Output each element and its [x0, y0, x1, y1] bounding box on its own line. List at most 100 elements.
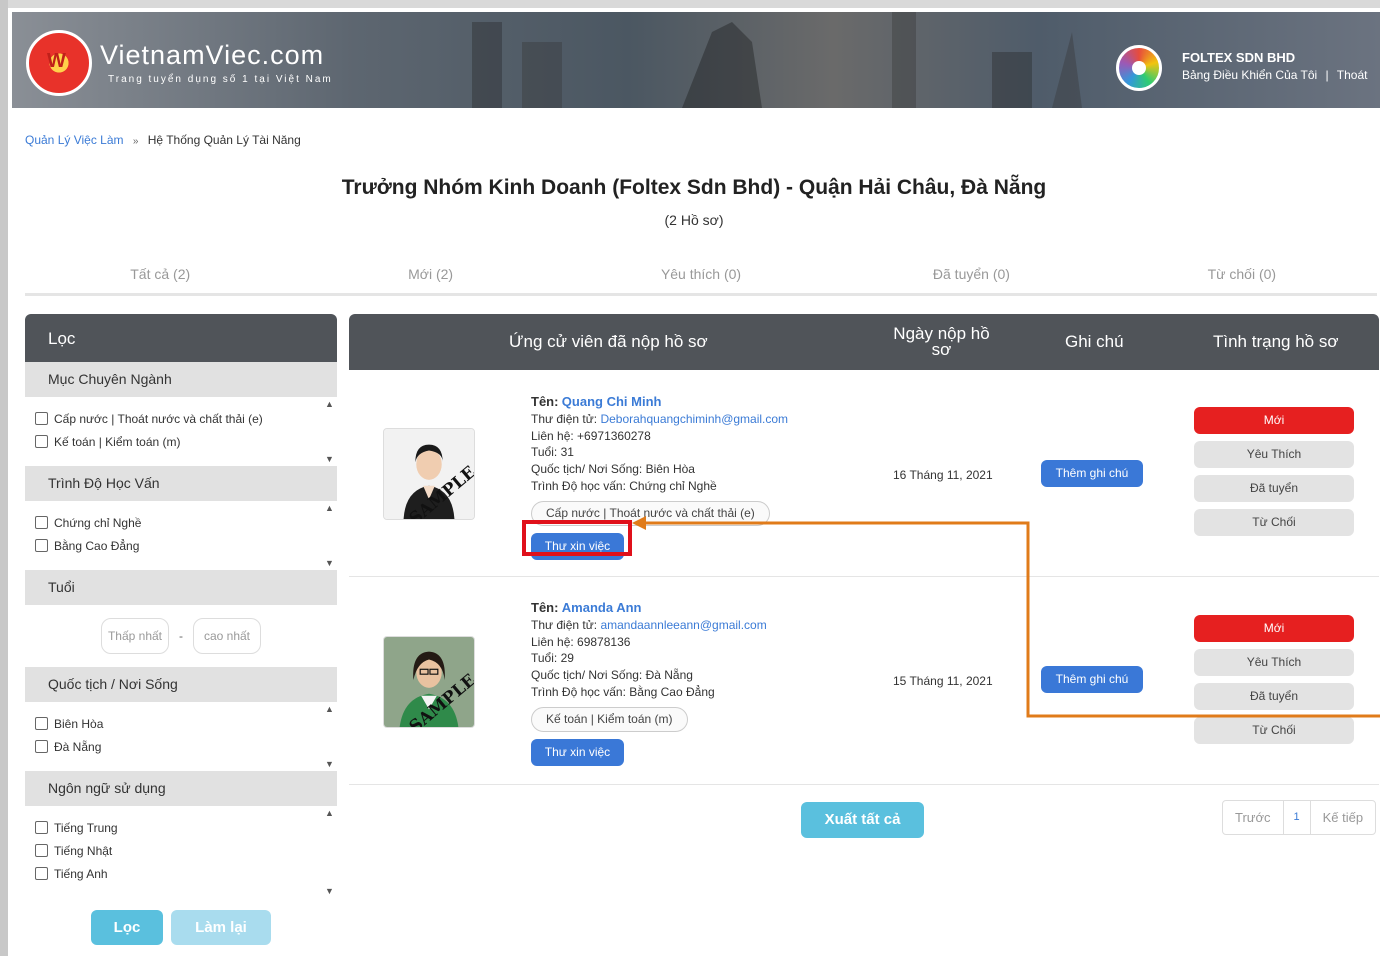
- status-hired-button[interactable]: Đã tuyển: [1194, 683, 1354, 710]
- header-candidate: Ứng cử viên đã nộp hồ sơ: [509, 332, 708, 351]
- checkbox-box[interactable]: [35, 435, 48, 448]
- scroll-down-icon[interactable]: ▼: [325, 759, 334, 769]
- checkbox-location-bienhoa[interactable]: Biên Hòa: [35, 712, 327, 735]
- scroll-up-icon[interactable]: ▲: [325, 808, 334, 818]
- checkbox-language-chinese[interactable]: Tiếng Trung: [35, 816, 327, 839]
- candidate-education: Trình Độ học vấn: Chứng chỉ Nghề: [531, 478, 717, 493]
- status-new-button[interactable]: Mới: [1194, 615, 1354, 642]
- site-header: W VietnamViec.com Trang tuyển dụng số 1 …: [12, 12, 1380, 108]
- scrollbar[interactable]: ▲ ▼: [325, 399, 335, 464]
- scroll-down-icon[interactable]: ▼: [325, 886, 334, 896]
- applicant-count: (2 Hồ sơ): [664, 212, 724, 228]
- checkbox-label: Đà Nẵng: [54, 739, 102, 754]
- candidate-photo[interactable]: SAMPLE: [383, 428, 475, 520]
- checkbox-box[interactable]: [35, 516, 48, 529]
- checkbox-box[interactable]: [35, 539, 48, 552]
- checkbox-location-danang[interactable]: Đà Nẵng: [35, 735, 327, 758]
- scroll-down-icon[interactable]: ▼: [325, 454, 334, 464]
- checkbox-industry-accounting[interactable]: Kế toán | Kiểm toán (m): [35, 430, 327, 453]
- tab-rejected[interactable]: Từ chối (0): [1107, 266, 1377, 293]
- candidate-email-link[interactable]: amandaannleeann@gmail.com: [600, 618, 766, 632]
- pagination-current-page[interactable]: 1: [1282, 801, 1311, 834]
- tab-all[interactable]: Tất cả (2): [25, 266, 295, 293]
- dashboard-link[interactable]: Bảng Điều Khiển Của Tôi: [1182, 68, 1317, 82]
- age-min-input[interactable]: Thấp nhất: [101, 618, 169, 654]
- scrollbar[interactable]: ▲ ▼: [325, 704, 335, 769]
- candidate-location: Quốc tịch/ Nơi Sống: Đà Nẵng: [531, 668, 693, 683]
- status-favorite-button[interactable]: Yêu Thích: [1194, 649, 1354, 676]
- pagination-next[interactable]: Kế tiếp: [1311, 801, 1375, 834]
- filter-panel: Lọc Mục Chuyên Ngành Cấp nước | Thoát nư…: [25, 314, 337, 956]
- tab-new[interactable]: Mới (2): [295, 266, 565, 293]
- candidate-info: Tên: Amanda Ann Thư điện tử: amandaannle…: [531, 600, 767, 766]
- scroll-up-icon[interactable]: ▲: [325, 399, 334, 409]
- filter-education-list[interactable]: Chứng chỉ Nghề Bằng Cao Đẳng ▲ ▼: [25, 501, 337, 570]
- checkbox-label: Biên Hòa: [54, 716, 104, 731]
- candidate-phone: Liên hệ: 69878136: [531, 634, 631, 649]
- header-status: Tình trạng hồ sơ: [1213, 332, 1339, 351]
- site-logo[interactable]: W: [26, 30, 92, 96]
- logout-link[interactable]: Thoát: [1337, 68, 1368, 82]
- company-name: FOLTEX SDN BHD: [1182, 50, 1296, 65]
- filter-button[interactable]: Lọc: [91, 910, 163, 945]
- scroll-up-icon[interactable]: ▲: [325, 503, 334, 513]
- filter-location-list[interactable]: Biên Hòa Đà Nẵng ▲ ▼: [25, 702, 337, 771]
- candidate-name-link[interactable]: Quang Chi Minh: [562, 394, 662, 409]
- checkbox-box[interactable]: [35, 717, 48, 730]
- age-max-input[interactable]: cao nhất: [193, 618, 261, 654]
- tab-favorite[interactable]: Yêu thích (0): [566, 266, 836, 293]
- checkbox-label: Chứng chỉ Nghề: [54, 515, 142, 530]
- site-logo-text[interactable]: VietnamViec.com: [100, 40, 324, 71]
- checkbox-box[interactable]: [35, 740, 48, 753]
- breadcrumb-root-link[interactable]: Quản Lý Việc Làm: [25, 133, 124, 147]
- candidate-photo[interactable]: SAMPLE: [383, 636, 475, 728]
- add-note-button[interactable]: Thêm ghi chú: [1041, 460, 1143, 487]
- filter-industry-list[interactable]: Cấp nước | Thoát nước và chất thải (e) K…: [25, 397, 337, 466]
- checkbox-label: Tiếng Anh: [54, 866, 108, 881]
- add-note-button[interactable]: Thêm ghi chú: [1041, 666, 1143, 693]
- filter-language-list[interactable]: Tiếng Trung Tiếng Nhật Tiếng Anh ▲ ▼: [25, 806, 337, 898]
- candidate-age: Tuổi: 31: [531, 445, 574, 460]
- checkbox-language-english[interactable]: Tiếng Anh: [35, 862, 327, 885]
- candidate-name-link[interactable]: Amanda Ann: [562, 600, 642, 615]
- checkbox-box[interactable]: [35, 844, 48, 857]
- checkbox-language-japanese[interactable]: Tiếng Nhật: [35, 839, 327, 862]
- scrollbar[interactable]: ▲ ▼: [325, 808, 335, 896]
- reset-button[interactable]: Làm lại: [171, 910, 271, 945]
- checkbox-education-college[interactable]: Bằng Cao Đẳng: [35, 534, 327, 557]
- checkbox-education-vocational[interactable]: Chứng chỉ Nghề: [35, 511, 327, 534]
- export-all-button[interactable]: Xuất tất cả: [801, 802, 924, 838]
- checkbox-box[interactable]: [35, 821, 48, 834]
- page-title: Trưởng Nhóm Kinh Doanh (Foltex Sdn Bhd) …: [341, 176, 1047, 199]
- status-rejected-button[interactable]: Từ Chối: [1194, 509, 1354, 536]
- candidate-email-link[interactable]: Deborahquangchiminh@gmail.com: [600, 412, 788, 426]
- candidate-phone: Liên hệ: +6971360278: [531, 428, 651, 443]
- name-label: Tên:: [531, 394, 559, 409]
- status-hired-button[interactable]: Đã tuyển: [1194, 475, 1354, 502]
- checkbox-industry-water[interactable]: Cấp nước | Thoát nước và chất thải (e): [35, 407, 327, 430]
- pagination-prev[interactable]: Trước: [1223, 801, 1283, 834]
- status-new-button[interactable]: Mới: [1194, 407, 1354, 434]
- logo-letter: W: [47, 50, 66, 72]
- tab-hired[interactable]: Đã tuyển (0): [836, 266, 1106, 293]
- cover-letter-button[interactable]: Thư xin việc: [531, 738, 624, 766]
- filter-education-header: Trình Độ Học Vấn: [25, 466, 337, 501]
- scrollbar[interactable]: ▲ ▼: [325, 503, 335, 568]
- breadcrumb-separator: »: [132, 136, 139, 147]
- checkbox-box[interactable]: [35, 412, 48, 425]
- header-banner-image: [472, 12, 1082, 108]
- candidate-age: Tuổi: 29: [531, 651, 574, 666]
- email-label: Thư điện tử:: [531, 617, 598, 632]
- company-avatar[interactable]: [1116, 45, 1162, 91]
- candidate-location: Quốc tịch/ Nơi Sống: Biên Hòa: [531, 462, 695, 477]
- status-favorite-button[interactable]: Yêu Thích: [1194, 441, 1354, 468]
- checkbox-box[interactable]: [35, 867, 48, 880]
- candidate-photo-image: SAMPLE: [384, 637, 474, 727]
- scroll-down-icon[interactable]: ▼: [325, 558, 334, 568]
- site-tagline: Trang tuyển dụng số 1 tại Việt Nam: [108, 74, 333, 85]
- annotation-highlight-box: [522, 520, 632, 556]
- status-rejected-button[interactable]: Từ Chối: [1194, 717, 1354, 744]
- candidate-photo-image: SAMPLE: [384, 429, 474, 519]
- page: W VietnamViec.com Trang tuyển dụng số 1 …: [8, 8, 1380, 956]
- scroll-up-icon[interactable]: ▲: [325, 704, 334, 714]
